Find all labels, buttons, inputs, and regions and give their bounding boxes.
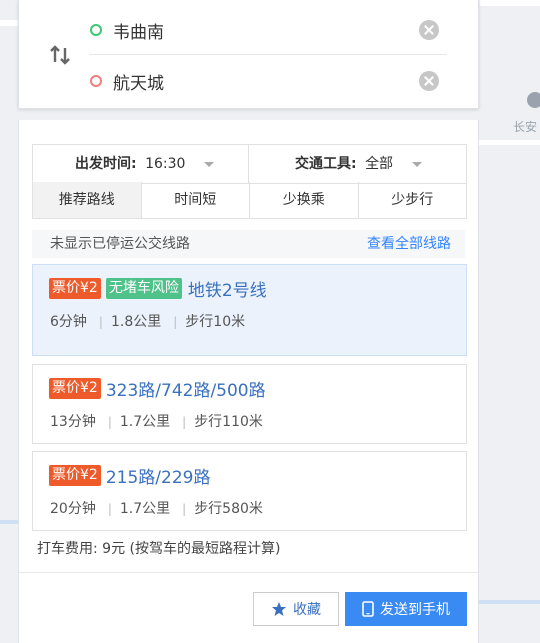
- route-result-card[interactable]: 票价¥2 215路/229路 20分钟 | 1.7公里 | 步行580米: [32, 451, 467, 531]
- route-meta: 13分钟 | 1.7公里 | 步行110米: [50, 414, 263, 430]
- divider: [19, 572, 478, 573]
- route-distance: 1.8公里: [110, 314, 162, 330]
- route-duration: 13分钟: [50, 414, 96, 430]
- clear-start-icon[interactable]: [419, 20, 439, 40]
- route-lines: 323路/742路/500路: [105, 380, 266, 401]
- tab-fewest-transfers[interactable]: 少换乘: [250, 182, 359, 218]
- route-title: 票价¥2 323路/742路/500路: [49, 377, 266, 401]
- map-road: [478, 140, 540, 145]
- map-road: [0, 20, 18, 26]
- send-to-phone-label: 发送到手机: [380, 602, 450, 618]
- end-point-input[interactable]: 航天城: [113, 69, 164, 94]
- route-result-card[interactable]: 票价¥2 323路/742路/500路 13分钟 | 1.7公里 | 步行110米: [32, 364, 467, 444]
- clear-end-icon[interactable]: [419, 71, 439, 91]
- tab-shortest-time[interactable]: 时间短: [142, 182, 250, 218]
- chevron-down-icon: [203, 161, 214, 167]
- no-traffic-badge: 无堵车风险: [105, 277, 182, 299]
- price-badge: 票价¥2: [49, 464, 101, 486]
- route-title: 票价¥2 无堵车风险 地铁2号线: [49, 277, 267, 301]
- favorite-button[interactable]: 收藏: [253, 592, 339, 626]
- route-walk: 步行580米: [194, 501, 263, 517]
- transport-select[interactable]: 交通工具: 全部: [249, 145, 466, 183]
- price-badge: 票价¥2: [49, 277, 101, 299]
- tab-least-walking[interactable]: 少步行: [359, 182, 467, 218]
- transport-value: 全部: [365, 156, 394, 172]
- route-distance: 1.7公里: [119, 501, 171, 517]
- phone-icon: [362, 601, 374, 617]
- start-dot-icon: [90, 24, 102, 36]
- end-point-row[interactable]: 航天城: [89, 57, 447, 105]
- map-water: [478, 600, 540, 604]
- route-duration: 6分钟: [50, 314, 87, 330]
- map-poi-icon: [527, 92, 540, 108]
- star-icon: [272, 602, 286, 616]
- sort-tabs: 推荐路线 时间短 少换乘 少步行: [32, 182, 467, 219]
- filter-row: 出发时间: 16:30 交通工具: 全部: [32, 144, 467, 184]
- route-title: 票价¥2 215路/229路: [49, 464, 211, 488]
- send-to-phone-button[interactable]: 发送到手机: [345, 592, 467, 626]
- route-walk: 步行10米: [185, 314, 246, 330]
- route-search-box: 韦曲南 航天城: [18, 0, 479, 109]
- transport-label: 交通工具:: [295, 156, 357, 172]
- map-road: [480, 0, 540, 6]
- route-result-card[interactable]: 票价¥2 无堵车风险 地铁2号线 6分钟 | 1.8公里 | 步行10米: [32, 264, 467, 356]
- taxi-fare-text: 打车费用: 9元 (按驾车的最短路程计算): [37, 541, 281, 557]
- depart-time-select[interactable]: 出发时间: 16:30: [33, 145, 249, 183]
- favorite-label: 收藏: [293, 602, 321, 618]
- route-meta: 20分钟 | 1.7公里 | 步行580米: [50, 501, 263, 517]
- end-dot-icon: [90, 75, 102, 87]
- start-point-input[interactable]: 韦曲南: [113, 18, 164, 43]
- route-results-panel: 出发时间: 16:30 交通工具: 全部 推荐路线 时间短 少换乘 少步行 未显…: [18, 120, 479, 643]
- map-water: [0, 520, 18, 524]
- route-meta: 6分钟 | 1.8公里 | 步行10米: [50, 314, 246, 330]
- route-distance: 1.7公里: [119, 414, 171, 430]
- view-all-lines-link[interactable]: 查看全部线路: [367, 230, 451, 258]
- depart-time-value: 16:30: [145, 156, 186, 172]
- notice-bar: 未显示已停运公交线路 查看全部线路: [32, 230, 465, 258]
- route-duration: 20分钟: [50, 501, 96, 517]
- start-point-row[interactable]: 韦曲南: [89, 6, 447, 55]
- price-badge: 票价¥2: [49, 377, 101, 399]
- map-place-label: 长安: [513, 120, 538, 134]
- route-walk: 步行110米: [194, 414, 263, 430]
- route-lines: 215路/229路: [105, 467, 211, 488]
- notice-message: 未显示已停运公交线路: [50, 236, 190, 252]
- swap-direction-icon[interactable]: [49, 44, 73, 66]
- tab-recommended[interactable]: 推荐路线: [33, 182, 142, 218]
- route-lines: 地铁2号线: [187, 280, 267, 301]
- depart-time-label: 出发时间:: [75, 156, 137, 172]
- chevron-down-icon: [411, 161, 422, 167]
